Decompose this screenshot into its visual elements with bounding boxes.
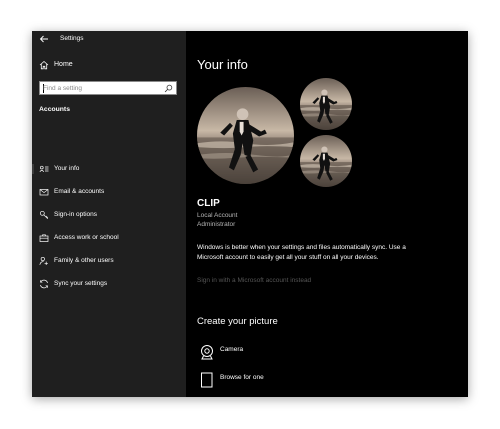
sidebar-item-email-accounts[interactable]: Email & accounts	[32, 184, 186, 200]
search-icon[interactable]	[164, 84, 173, 93]
account-type: Local Account	[197, 212, 238, 219]
sync-icon	[40, 279, 48, 289]
settings-window: Settings Home Accounts Your info	[32, 31, 468, 397]
main-content: Your info CLIP Local Account Administrat…	[186, 31, 468, 397]
profile-picture-current	[197, 87, 294, 184]
camera-label: Camera	[220, 346, 244, 353]
window-title: Settings	[60, 35, 84, 42]
mail-icon	[39, 189, 49, 196]
camera-icon	[201, 345, 213, 360]
sidebar-item-access-work-school[interactable]: Access work or school	[32, 230, 186, 246]
profile-picture-previous-2[interactable]	[300, 135, 352, 187]
user-role: Administrator	[197, 221, 236, 228]
home-label: Home	[54, 61, 73, 68]
sidebar-item-label: Sync your settings	[54, 280, 108, 287]
user-name: CLIP	[197, 198, 220, 209]
sidebar-item-your-info[interactable]: Your info	[32, 161, 186, 177]
person-add-icon	[39, 256, 48, 265]
section-title: Accounts	[39, 106, 70, 113]
file-icon	[201, 372, 213, 388]
sidebar-item-label: Your info	[54, 165, 80, 172]
home-icon	[39, 60, 49, 70]
title-bar: Settings	[32, 31, 186, 47]
sidebar-item-label: Family & other users	[54, 257, 114, 264]
sidebar-item-sign-in-options[interactable]: Sign-in options	[32, 207, 186, 223]
sidebar-item-label: Sign-in options	[54, 211, 97, 218]
search-input[interactable]	[43, 83, 161, 93]
browse-option[interactable]: Browse for one	[197, 372, 397, 394]
sidebar-item-family-other-users[interactable]: Family & other users	[32, 253, 186, 269]
sidebar: Settings Home Accounts Your info	[32, 31, 186, 397]
page-title: Your info	[197, 57, 248, 72]
sidebar-item-sync-settings[interactable]: Sync your settings	[32, 276, 186, 292]
microsoft-account-link[interactable]: Sign in with a Microsoft account instead	[197, 277, 311, 284]
create-picture-heading: Create your picture	[197, 316, 278, 327]
camera-option[interactable]: Camera	[197, 344, 397, 366]
browse-label: Browse for one	[220, 374, 264, 381]
person-card-icon	[39, 165, 49, 173]
sync-message: Windows is better when your settings and…	[197, 244, 406, 261]
sidebar-item-label: Access work or school	[54, 234, 119, 241]
key-icon	[39, 210, 49, 220]
briefcase-icon	[39, 234, 49, 242]
home-button[interactable]: Home	[32, 57, 186, 73]
sidebar-item-label: Email & accounts	[54, 188, 105, 195]
profile-picture-previous-1[interactable]	[300, 78, 352, 130]
back-arrow-icon[interactable]	[39, 34, 49, 44]
search-box[interactable]	[39, 81, 177, 95]
